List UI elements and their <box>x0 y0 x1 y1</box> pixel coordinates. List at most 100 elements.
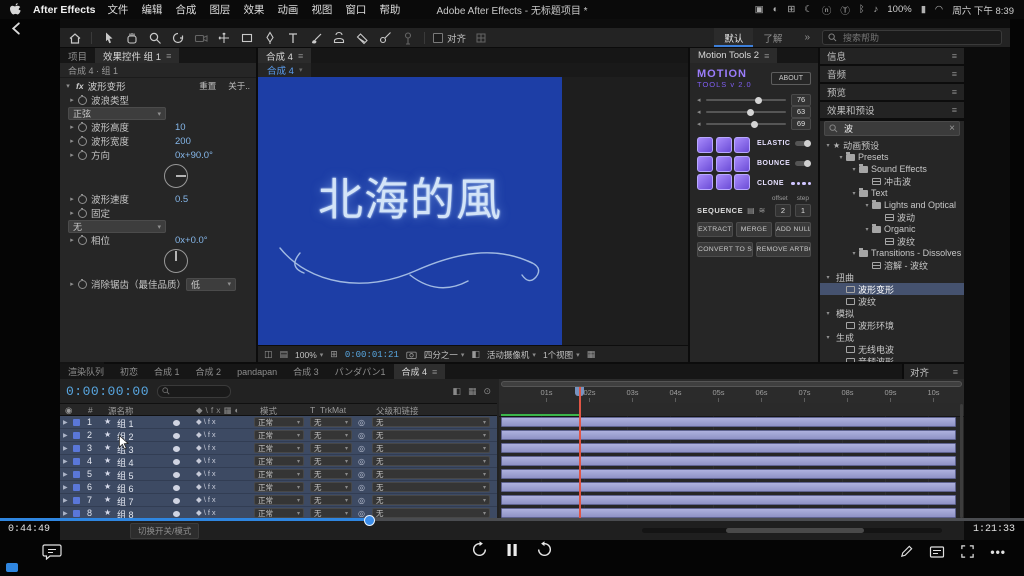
eye-icon[interactable] <box>173 498 180 504</box>
app-menu-title[interactable]: After Effects <box>33 4 95 16</box>
panel-menu-icon[interactable]: ≡ <box>952 105 957 115</box>
eye-icon[interactable] <box>173 420 180 426</box>
region-of-interest-icon[interactable]: ◧ <box>471 349 480 360</box>
magnification-icon[interactable]: ▤ <box>280 349 289 360</box>
timeline-tab[interactable]: パンダパン1≡ <box>327 364 394 379</box>
blend-mode-dropdown[interactable]: 正常▾ <box>254 456 304 466</box>
slider-value[interactable]: 76 <box>791 94 811 106</box>
moon-icon[interactable]: ☾ <box>804 4 813 15</box>
tab-effect-controls[interactable]: 效果控件 组 1 ≡ <box>95 48 179 63</box>
screen-record-icon[interactable]: ◐ <box>773 4 779 15</box>
tab-project[interactable]: 项目 <box>60 48 95 63</box>
layer-label-color[interactable] <box>73 458 80 465</box>
twirl-icon[interactable]: ▾ <box>863 226 871 233</box>
more-options-icon[interactable]: ••• <box>990 545 1006 559</box>
menu-item[interactable]: 编辑 <box>141 2 162 17</box>
composition-mini-icon[interactable]: ◧ <box>452 386 461 397</box>
timeline-timecode[interactable]: 0:00:00:00 <box>66 384 149 399</box>
resolution-dropdown[interactable]: 四分之一▾ <box>424 349 465 361</box>
tree-item[interactable]: 溶解 - 波纹 <box>820 259 964 271</box>
slider-track[interactable] <box>706 99 786 101</box>
home-icon[interactable] <box>66 30 83 45</box>
blend-mode-dropdown[interactable]: 正常▾ <box>254 495 304 505</box>
sequence-offset-field[interactable]: 2 <box>775 204 791 217</box>
twirl-icon[interactable]: ▸ <box>68 151 76 159</box>
slider-track[interactable] <box>706 111 786 113</box>
layer-duration-bar[interactable] <box>501 456 956 466</box>
help-search-input[interactable] <box>841 32 996 44</box>
tree-item[interactable]: ▾ Organic <box>820 223 964 235</box>
layer-duration-bar[interactable] <box>501 469 956 479</box>
player-seek-bar[interactable] <box>0 516 1024 526</box>
menu-item[interactable]: 图层 <box>209 2 230 17</box>
twirl-icon[interactable]: ▾ <box>824 310 832 317</box>
effects-search-input[interactable] <box>842 123 945 135</box>
layer-duration-bar[interactable] <box>501 443 956 453</box>
eye-icon[interactable] <box>173 472 180 478</box>
layer-duration-bar[interactable] <box>501 430 956 440</box>
layer-switches[interactable]: ◆\fx <box>196 495 218 504</box>
menu-item[interactable]: 动画 <box>277 2 298 17</box>
puppet-pin-tool-icon[interactable] <box>399 30 416 45</box>
pixel-aspect-icon[interactable]: ▦ <box>587 349 596 360</box>
timeline-tab[interactable]: pandapan≡ <box>229 364 285 379</box>
timeline-horizontal-scrollbar[interactable] <box>642 528 942 533</box>
panel-menu-icon[interactable]: ≡ <box>952 69 957 79</box>
stopwatch-icon[interactable] <box>78 137 87 146</box>
property-value[interactable]: 正弦▾ <box>68 107 166 120</box>
pickwhip-icon[interactable]: ◎ <box>358 483 365 492</box>
bluetooth-icon[interactable]: ᛒ <box>859 4 865 15</box>
tree-item[interactable]: ▾ 扭曲 <box>820 271 964 283</box>
forward-icon[interactable] <box>536 541 553 558</box>
about-button[interactable]: ABOUT <box>771 72 811 85</box>
orbit-tool-icon[interactable] <box>169 30 186 45</box>
reset-button[interactable]: 重置 <box>199 80 216 92</box>
parent-dropdown[interactable]: 无▾ <box>372 417 490 427</box>
circle-t-icon[interactable]: Ⓣ <box>840 3 850 17</box>
trkmat-dropdown[interactable]: 无▾ <box>310 443 352 453</box>
layer-label-color[interactable] <box>73 445 80 452</box>
preset-cell[interactable] <box>734 137 750 153</box>
twirl-icon[interactable]: ▸ <box>68 280 76 288</box>
slider-track[interactable] <box>706 123 786 125</box>
tree-item[interactable]: ▾ 动画预设 <box>820 139 964 151</box>
pen-tool-icon[interactable] <box>261 30 278 45</box>
hand-tool-icon[interactable] <box>123 30 140 45</box>
tree-item[interactable]: ▾ Text <box>820 187 964 199</box>
menu-item[interactable]: 窗口 <box>345 2 366 17</box>
workspace-tab[interactable]: 默认 <box>714 28 753 47</box>
layer-bar-row[interactable] <box>499 481 964 494</box>
layer-switches[interactable]: ◆\fx <box>196 456 218 465</box>
layer-row[interactable]: ▶ 1 ★ 组 1 ◆\fx 正常▾ 无▾ ◎ 无▾ <box>60 416 497 429</box>
sequence-step-field[interactable]: 1 <box>795 204 811 217</box>
parent-dropdown[interactable]: 无▾ <box>372 443 490 453</box>
twirl-icon[interactable]: ▸ <box>68 96 76 104</box>
clear-search-icon[interactable]: × <box>949 123 955 134</box>
sequence-order-icon[interactable]: ≋ <box>759 206 766 215</box>
workspace-overflow-button[interactable]: » <box>798 32 816 43</box>
tab-composition[interactable]: 合成 4 ≡ <box>258 48 311 63</box>
parent-dropdown[interactable]: 无▾ <box>372 456 490 466</box>
panel-menu-icon[interactable]: ≡ <box>952 51 957 61</box>
menu-item[interactable]: 效果 <box>243 2 264 17</box>
layer-label-color[interactable] <box>73 484 80 491</box>
tree-item[interactable]: ▾ Lights and Optical <box>820 199 964 211</box>
viewer-comp-tab[interactable]: 合成 4▾ <box>258 63 311 77</box>
twirl-icon[interactable]: ▾ <box>863 202 871 209</box>
property-value[interactable]: 无▾ <box>68 220 166 233</box>
layer-bar-row[interactable] <box>499 429 964 442</box>
tree-item[interactable]: 波纹 <box>820 235 964 247</box>
type-tool-icon[interactable] <box>284 30 301 45</box>
trkmat-dropdown[interactable]: 无▾ <box>310 469 352 479</box>
time-ruler[interactable]: 01s02s03s04s05s06s07s08s09s10s <box>499 379 964 404</box>
tree-item[interactable]: ▾ 生成 <box>820 331 964 343</box>
composition-canvas[interactable]: 北海的風 <box>258 77 562 345</box>
layer-switches[interactable]: ◆\fx <box>196 482 218 491</box>
zoom-tool-icon[interactable] <box>146 30 163 45</box>
pickwhip-icon[interactable]: ◎ <box>358 418 365 427</box>
twirl-icon[interactable]: ▶ <box>63 497 68 504</box>
playlist-icon[interactable] <box>929 545 945 559</box>
timeline-vertical-scrollbar[interactable] <box>960 404 963 518</box>
viewer-timecode[interactable]: 0:00:01:21 <box>345 350 399 360</box>
effect-property-row[interactable]: ▸ 波形宽度 200▾ <box>60 134 256 148</box>
